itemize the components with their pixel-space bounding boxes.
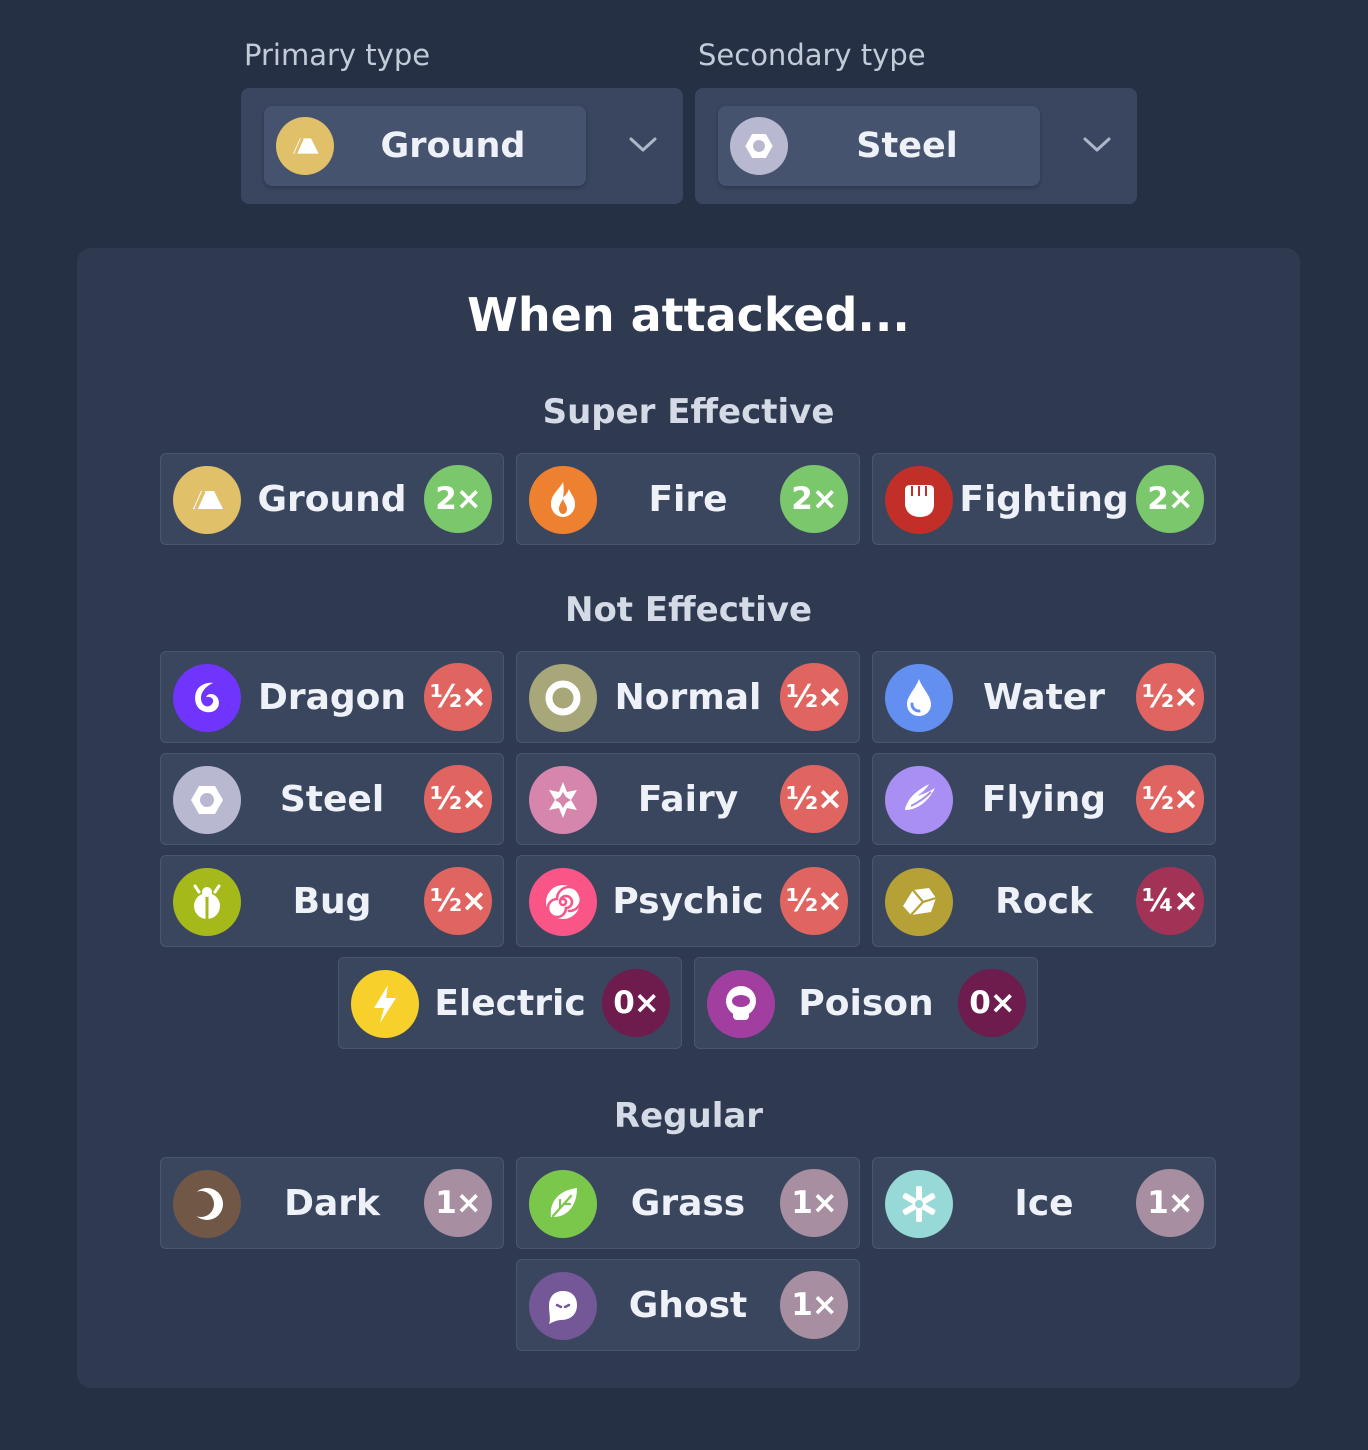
- type-name: Dark: [284, 1183, 380, 1224]
- section-title-super-effective: Super Effective: [542, 392, 835, 432]
- type-name: Ground: [257, 479, 407, 520]
- secondary-type-label: Secondary type: [698, 38, 926, 72]
- multiplier-badge: ½×: [424, 663, 492, 731]
- primary-type-label: Primary type: [244, 38, 431, 72]
- type-chip-ghost: Ghost 1×: [516, 1259, 860, 1351]
- type-name: Fighting: [959, 479, 1129, 520]
- secondary-type-value-label: Steel: [856, 126, 958, 166]
- multiplier-badge: 0×: [602, 969, 670, 1037]
- type-chip-fighting: Fighting 2×: [872, 453, 1216, 545]
- regular-grid: Dark 1× Grass 1× Ice 1× Ghost 1×: [159, 1157, 1217, 1351]
- secondary-type-value[interactable]: Steel: [718, 106, 1040, 186]
- multiplier-badge: ½×: [424, 765, 492, 833]
- ground-icon: [276, 117, 334, 175]
- type-name: Steel: [279, 779, 385, 820]
- type-name: Normal: [614, 677, 762, 718]
- multiplier-badge: 2×: [1136, 465, 1204, 533]
- multiplier-badge: ½×: [424, 867, 492, 935]
- secondary-type-group: Secondary type Steel: [695, 36, 1137, 204]
- secondary-type-select[interactable]: Steel: [695, 88, 1137, 204]
- type-name: Bug: [292, 881, 372, 922]
- type-chip-flying: Flying ½×: [872, 753, 1216, 845]
- multiplier-badge: ½×: [780, 867, 848, 935]
- chevron-down-icon[interactable]: [627, 132, 659, 156]
- type-chip-ice: Ice 1×: [872, 1157, 1216, 1249]
- ground-icon: [173, 466, 241, 534]
- ghost-icon: [529, 1272, 597, 1340]
- type-name: Water: [982, 677, 1106, 718]
- chevron-down-icon[interactable]: [1081, 132, 1113, 156]
- type-chip-steel: Steel ½×: [160, 753, 504, 845]
- type-name: Ghost: [628, 1285, 748, 1326]
- type-chip-grass: Grass 1×: [516, 1157, 860, 1249]
- primary-type-select[interactable]: Ground: [241, 88, 683, 204]
- multiplier-badge: 1×: [780, 1271, 848, 1339]
- psychic-icon: [529, 868, 597, 936]
- type-name: Fairy: [637, 779, 739, 820]
- type-name: Psychic: [612, 881, 764, 922]
- electric-icon: [351, 970, 419, 1038]
- type-name: Grass: [630, 1183, 746, 1224]
- multiplier-badge: ½×: [780, 663, 848, 731]
- multiplier-badge: 1×: [424, 1169, 492, 1237]
- section-title-regular: Regular: [613, 1096, 764, 1136]
- type-name: Flying: [981, 779, 1107, 820]
- section-title-not-effective: Not Effective: [564, 590, 812, 630]
- fairy-icon: [529, 766, 597, 834]
- rock-icon: [885, 868, 953, 936]
- primary-type-value-label: Ground: [380, 126, 526, 166]
- multiplier-badge: ½×: [780, 765, 848, 833]
- type-chip-dragon: Dragon ½×: [160, 651, 504, 743]
- type-chip-fairy: Fairy ½×: [516, 753, 860, 845]
- type-name: Ice: [1014, 1183, 1074, 1224]
- primary-type-value[interactable]: Ground: [264, 106, 586, 186]
- multiplier-badge: ¼×: [1136, 867, 1204, 935]
- normal-icon: [529, 664, 597, 732]
- fighting-icon: [885, 466, 953, 534]
- type-name: Poison: [798, 983, 934, 1024]
- fire-icon: [529, 466, 597, 534]
- multiplier-badge: 1×: [780, 1169, 848, 1237]
- type-chip-fire: Fire 2×: [516, 453, 860, 545]
- type-chip-bug: Bug ½×: [160, 855, 504, 947]
- multiplier-badge: 2×: [780, 465, 848, 533]
- type-name: Electric: [434, 983, 586, 1024]
- bug-icon: [173, 868, 241, 936]
- type-chip-psychic: Psychic ½×: [516, 855, 860, 947]
- type-chip-poison: Poison 0×: [694, 957, 1038, 1049]
- type-chip-rock: Rock ¼×: [872, 855, 1216, 947]
- multiplier-badge: ½×: [1136, 663, 1204, 731]
- poison-icon: [707, 970, 775, 1038]
- multiplier-badge: 1×: [1136, 1169, 1204, 1237]
- flying-icon: [885, 766, 953, 834]
- ice-icon: [885, 1170, 953, 1238]
- steel-icon: [173, 766, 241, 834]
- grass-icon: [529, 1170, 597, 1238]
- panel-title: When attacked...: [467, 288, 910, 342]
- type-name: Dragon: [257, 677, 407, 718]
- effectiveness-panel: When attacked... Super Effective Ground 2…: [77, 248, 1300, 1388]
- dragon-icon: [173, 664, 241, 732]
- dark-icon: [173, 1170, 241, 1238]
- steel-icon: [730, 117, 788, 175]
- type-chip-electric: Electric 0×: [338, 957, 682, 1049]
- type-chip-dark: Dark 1×: [160, 1157, 504, 1249]
- water-icon: [885, 664, 953, 732]
- type-selectors: Primary type Ground Secondary type Steel: [241, 36, 1137, 204]
- not-effective-grid: Dragon ½× Normal ½× Water ½× Steel ½× Fairy ½× Fly…: [159, 651, 1217, 1049]
- type-chip-ground: Ground 2×: [160, 453, 504, 545]
- type-chip-water: Water ½×: [872, 651, 1216, 743]
- primary-type-group: Primary type Ground: [241, 36, 683, 204]
- type-name: Rock: [995, 881, 1093, 922]
- type-name: Fire: [648, 479, 728, 520]
- multiplier-badge: 0×: [958, 969, 1026, 1037]
- multiplier-badge: ½×: [1136, 765, 1204, 833]
- multiplier-badge: 2×: [424, 465, 492, 533]
- type-chip-normal: Normal ½×: [516, 651, 860, 743]
- super-effective-grid: Ground 2× Fire 2× Fighting 2×: [159, 453, 1217, 545]
